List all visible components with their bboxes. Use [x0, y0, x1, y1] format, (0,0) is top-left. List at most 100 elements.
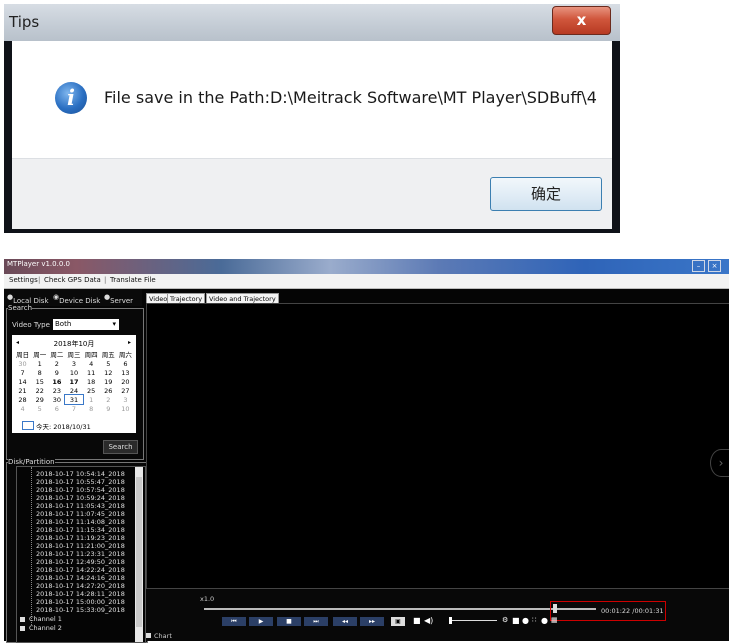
volume-mute-icon[interactable]: ■ [413, 616, 421, 625]
calendar-day[interactable]: 10 [117, 404, 134, 413]
radio-server[interactable]: ● Server [104, 293, 133, 305]
channel-1-item[interactable]: Channel 1 [20, 615, 62, 623]
file-item[interactable]: 2018-10-17 11:21:00_2018 [36, 542, 125, 550]
file-item[interactable]: 2018-10-17 10:54:14_2018 [36, 470, 125, 478]
file-item[interactable]: 2018-10-17 14:28:11_2018 [36, 590, 125, 598]
file-item[interactable]: 2018-10-17 10:55:47_2018 [36, 478, 125, 486]
calendar-day[interactable]: 8 [83, 404, 100, 413]
channel-2-item[interactable]: Channel 2 [20, 624, 62, 632]
play-icon[interactable]: ▶ [249, 617, 273, 626]
calendar-day[interactable]: 3 [65, 359, 82, 368]
record-icon[interactable]: ● [522, 616, 529, 625]
calendar-day[interactable]: 18 [83, 377, 100, 386]
file-item[interactable]: 2018-10-17 11:23:31_2018 [36, 550, 125, 558]
layout-9-icon[interactable]: ▦ [551, 616, 558, 624]
file-item[interactable]: 2018-10-17 10:57:54_2018 [36, 486, 125, 494]
calendar-day[interactable]: 6 [117, 359, 134, 368]
calendar-day[interactable]: 7 [65, 404, 82, 413]
calendar-day[interactable]: 14 [14, 377, 31, 386]
calendar-day[interactable]: 10 [65, 368, 82, 377]
next-month-icon[interactable]: ▸ [128, 339, 131, 346]
stop-icon[interactable]: ■ [277, 617, 301, 626]
today-label[interactable]: 今天: 2018/10/31 [36, 421, 91, 431]
ok-button[interactable]: 确定 [490, 177, 602, 211]
file-item[interactable]: 2018-10-17 12:49:50_2018 [36, 558, 125, 566]
calendar-day[interactable]: 5 [31, 404, 48, 413]
calendar-day[interactable]: 6 [48, 404, 65, 413]
layout-1-icon[interactable]: ■ [512, 616, 520, 625]
settings-icon[interactable]: ⚙ [502, 616, 508, 624]
calendar-day[interactable]: 30 [14, 359, 31, 368]
calendar-day[interactable]: 20 [117, 377, 134, 386]
calendar-day[interactable]: 3 [117, 395, 134, 404]
fast-forward-icon[interactable]: ▸▸ [360, 617, 384, 626]
seek-bar[interactable] [204, 608, 596, 610]
menu-check-gps[interactable]: Check GPS Data [44, 276, 101, 284]
calendar-day[interactable]: 5 [100, 359, 117, 368]
calendar-day[interactable]: 4 [83, 359, 100, 368]
file-item[interactable]: 2018-10-17 11:19:23_2018 [36, 534, 125, 542]
chart-checkbox[interactable]: Chart [146, 632, 172, 640]
calendar-day[interactable]: 8 [31, 368, 48, 377]
radio-device-disk[interactable]: ◉ Device Disk [53, 293, 100, 305]
calendar-day[interactable]: 2 [48, 359, 65, 368]
calendar-day[interactable]: 24 [65, 386, 82, 395]
calendar-day[interactable]: 16 [48, 377, 65, 386]
calendar-day[interactable]: 11 [83, 368, 100, 377]
calendar-day[interactable]: 23 [48, 386, 65, 395]
calendar-day[interactable]: 12 [100, 368, 117, 377]
file-item[interactable]: 2018-10-17 11:15:34_2018 [36, 526, 125, 534]
skip-forward-icon[interactable]: ⏭ [304, 617, 328, 626]
calendar-day[interactable]: 9 [100, 404, 117, 413]
layout-4-icon[interactable]: ∷ [532, 616, 536, 624]
menu-translate[interactable]: Translate File [110, 276, 156, 284]
calendar-day[interactable]: 17 [65, 377, 82, 386]
screenshot-icon[interactable]: ▣ [391, 617, 405, 626]
file-item[interactable]: 2018-10-17 14:27:20_2018 [36, 582, 125, 590]
file-item[interactable]: 2018-10-17 11:05:43_2018 [36, 502, 125, 510]
calendar-day[interactable]: 9 [48, 368, 65, 377]
calendar-day[interactable]: 1 [31, 359, 48, 368]
calendar-day[interactable]: 27 [117, 386, 134, 395]
calendar-day[interactable]: 28 [14, 395, 31, 404]
search-button[interactable]: Search [103, 440, 138, 454]
radio-local-disk[interactable]: ● Local Disk [7, 293, 49, 305]
video-type-select[interactable]: Both ▾ [53, 319, 119, 330]
calendar-day[interactable]: 4 [14, 404, 31, 413]
file-item[interactable]: 2018-10-17 15:00:00_2018 [36, 598, 125, 606]
calendar-day[interactable]: 21 [14, 386, 31, 395]
close-window-button[interactable]: × [708, 260, 721, 272]
minimize-button[interactable]: – [692, 260, 705, 272]
file-item[interactable]: 2018-10-17 10:59:24_2018 [36, 494, 125, 502]
calendar-day[interactable]: 1 [83, 395, 100, 404]
calendar-day[interactable]: 22 [31, 386, 48, 395]
file-item[interactable]: 2018-10-17 11:14:08_2018 [36, 518, 125, 526]
next-arrow-icon[interactable]: › [710, 449, 729, 477]
calendar-day[interactable]: 15 [31, 377, 48, 386]
info-icon: i [55, 82, 87, 114]
video-area[interactable] [146, 303, 729, 589]
calendar-day[interactable]: 26 [100, 386, 117, 395]
layout-6-icon[interactable]: ● [541, 616, 548, 625]
calendar-day[interactable]: 2 [100, 395, 117, 404]
mt-player-window: MTPlayer v1.0.0.0 – × Settings | Check G… [4, 259, 729, 643]
rewind-icon[interactable]: ◂◂ [333, 617, 357, 626]
menu-settings[interactable]: Settings [9, 276, 38, 284]
volume-icon[interactable]: ◀) [424, 616, 433, 625]
calendar-day[interactable]: 25 [83, 386, 100, 395]
close-button[interactable]: x [552, 6, 611, 35]
calendar-day[interactable]: 19 [100, 377, 117, 386]
volume-handle[interactable] [449, 617, 452, 624]
calendar-day-selected[interactable]: 31 [64, 394, 84, 405]
file-item[interactable]: 2018-10-17 11:07:45_2018 [36, 510, 125, 518]
file-item[interactable]: 2018-10-17 14:22:24_2018 [36, 566, 125, 574]
calendar-day[interactable]: 30 [48, 395, 65, 404]
calendar-day[interactable]: 13 [117, 368, 134, 377]
tree-scrollbar-thumb[interactable] [136, 477, 142, 627]
calendar-day[interactable]: 7 [14, 368, 31, 377]
volume-slider[interactable] [449, 620, 497, 621]
file-item[interactable]: 2018-10-17 15:33:09_2018 [36, 606, 125, 614]
skip-back-icon[interactable]: ⏮ [222, 617, 246, 626]
calendar-day[interactable]: 29 [31, 395, 48, 404]
file-item[interactable]: 2018-10-17 14:24:16_2018 [36, 574, 125, 582]
